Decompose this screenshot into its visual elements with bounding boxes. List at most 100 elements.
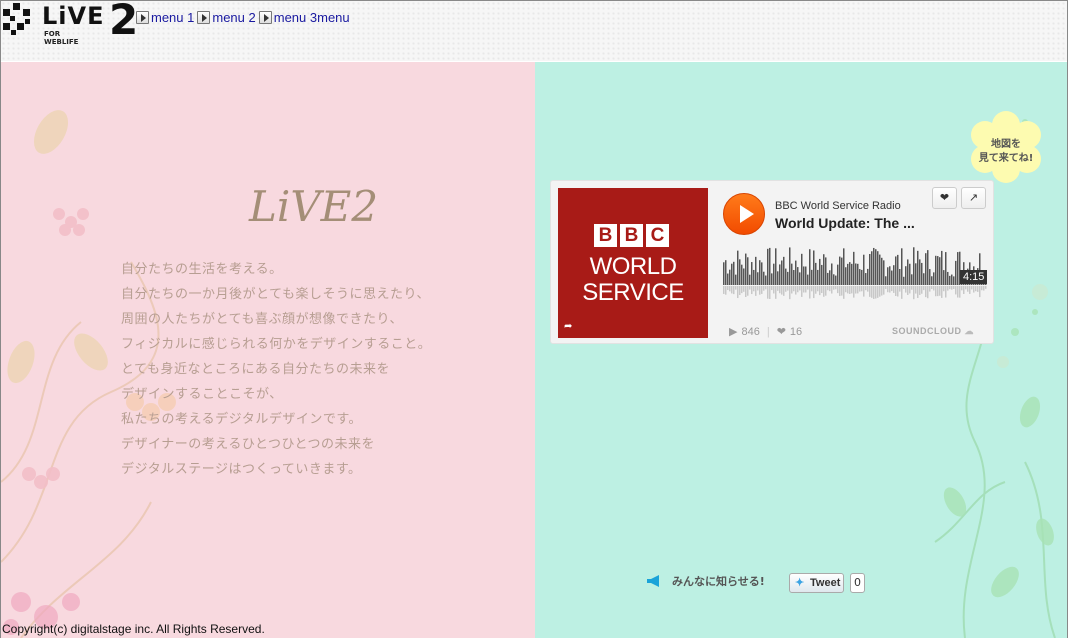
waveform-reflection-bar <box>843 286 845 299</box>
play-button[interactable] <box>723 193 765 235</box>
waveform-bar <box>905 266 907 285</box>
waveform-bar <box>781 260 783 285</box>
map-badge[interactable]: 地図を 見て来てね! <box>965 111 1047 183</box>
waveform-reflection-bar <box>897 286 899 297</box>
waveform-bar <box>841 257 843 285</box>
waveform-reflection-bar <box>837 286 839 294</box>
waveform-bar <box>929 269 931 285</box>
waveform-bar <box>937 256 939 285</box>
waveform-bar <box>923 273 925 285</box>
waveform-reflection-bar <box>743 286 745 292</box>
waveform-bar <box>917 250 919 285</box>
waveform-reflection-bar <box>923 286 925 291</box>
share-label: みんなに知らせる! <box>672 575 765 588</box>
intro-line: デザインすることこそが、 <box>121 387 283 402</box>
waveform-reflection-bar <box>899 286 901 292</box>
track-artwork[interactable]: B B C WORLD SERVICE ➦ <box>558 188 708 338</box>
waveform-reflection-bar <box>747 286 749 296</box>
waveform-bar <box>809 249 811 285</box>
intro-line: 自分たちの生活を考える。 <box>121 262 283 277</box>
waveform-bar <box>931 276 933 285</box>
play-count-icon: ▶ <box>729 326 738 338</box>
track-stats: ▶ 846 | ❤ 16 <box>729 325 802 339</box>
like-button[interactable]: ❤ <box>932 187 957 209</box>
waveform-bar <box>945 252 947 285</box>
bbc-letter: B <box>594 224 617 247</box>
waveform-reflection-bar <box>979 286 981 298</box>
waveform-bar <box>767 248 769 285</box>
waveform-bar <box>951 274 953 285</box>
waveform-reflection-bar <box>795 286 797 295</box>
waveform-bar <box>949 275 951 285</box>
waveform-reflection-bar <box>975 286 977 292</box>
waveform-reflection-bar <box>857 286 859 294</box>
waveform-reflection-bar <box>853 286 855 298</box>
waveform-reflection-bar <box>893 286 895 293</box>
waveform-bar <box>915 263 917 285</box>
nav-menu-3[interactable]: menu 3menu <box>258 10 350 25</box>
share-button[interactable]: ↗ <box>961 187 986 209</box>
waveform[interactable] <box>723 241 987 303</box>
waveform-reflection-bar <box>941 286 943 298</box>
waveform-bar <box>919 259 921 285</box>
left-panel: LiVE2 自分たちの生活を考える。 自分たちの一か月後がとても楽しそうに思えた… <box>1 62 535 638</box>
tweet-button[interactable]: ✦ Tweet <box>789 573 844 593</box>
waveform-bar <box>855 263 857 285</box>
waveform-bar <box>789 247 791 285</box>
heart-icon: ❤ <box>939 191 950 204</box>
waveform-reflection-bar <box>905 286 907 293</box>
waveform-bar <box>891 270 893 285</box>
waveform-bar <box>831 263 833 285</box>
play-arrow-icon <box>258 11 272 24</box>
waveform-bar <box>941 250 943 285</box>
waveform-bar <box>817 269 819 285</box>
mega-share[interactable]: みんなに知らせる! <box>646 573 765 589</box>
intro-line: とても身近なところにある自分たちの未来を <box>121 362 390 377</box>
waveform-reflection-bar <box>973 286 975 293</box>
waveform-bar <box>741 264 743 285</box>
waveform-reflection-bar <box>787 286 789 291</box>
bbc-letter: C <box>646 224 669 247</box>
waveform-bar <box>739 259 741 285</box>
waveform-bar <box>723 262 725 285</box>
waveform-bar <box>843 248 845 285</box>
waveform-bar <box>807 274 809 285</box>
waveform-bar <box>837 264 839 285</box>
waveform-bar <box>875 249 877 285</box>
waveform-bar <box>745 253 747 285</box>
waveform-bar <box>883 260 885 285</box>
waveform-reflection-bar <box>789 286 791 300</box>
waveform-bar <box>939 257 941 285</box>
nav-menu-2[interactable]: menu 2 <box>197 10 256 25</box>
waveform-bar <box>897 254 899 285</box>
soundcloud-logo[interactable]: SOUNDCLOUD ☁ <box>892 326 974 337</box>
waveform-bar <box>927 250 929 285</box>
waveform-reflection-bar <box>811 286 813 292</box>
waveform-reflection-bar <box>765 286 767 290</box>
waveform-bar <box>861 269 863 285</box>
waveform-bar <box>803 266 805 285</box>
site-logo[interactable]: LiVE 2 FOR WEBLIFE <box>3 0 138 46</box>
waveform-reflection-bar <box>865 286 867 291</box>
waveform-reflection-bar <box>983 286 985 291</box>
waveform-bar <box>867 268 869 285</box>
waveform-reflection-bar <box>813 286 815 299</box>
waveform-bar <box>845 267 847 285</box>
waveform-reflection-bar <box>937 286 939 297</box>
waveform-bar <box>887 267 889 285</box>
share-arrow-icon[interactable]: ➦ <box>564 321 572 332</box>
waveform-bar <box>725 260 727 285</box>
waveform-reflection-bar <box>917 286 919 298</box>
header: LiVE 2 FOR WEBLIFE menu 1 menu 2 menu 3m… <box>1 0 1067 61</box>
waveform-bar <box>857 263 859 285</box>
nav-menu-1[interactable]: menu 1 <box>136 10 194 25</box>
twitter-bird-icon: ✦ <box>795 577 805 589</box>
track-title[interactable]: World Update: The ... <box>775 215 915 231</box>
waveform-bar <box>747 257 749 285</box>
uploader-name[interactable]: BBC World Service Radio <box>775 200 901 212</box>
waveform-reflection-bar <box>875 286 877 299</box>
waveform-reflection-bar <box>981 286 983 291</box>
waveform-bar <box>947 271 949 285</box>
waveform-reflection-bar <box>751 286 753 295</box>
intro-line: フィジカルに感じられる何かをデザインすること。 <box>121 337 432 352</box>
